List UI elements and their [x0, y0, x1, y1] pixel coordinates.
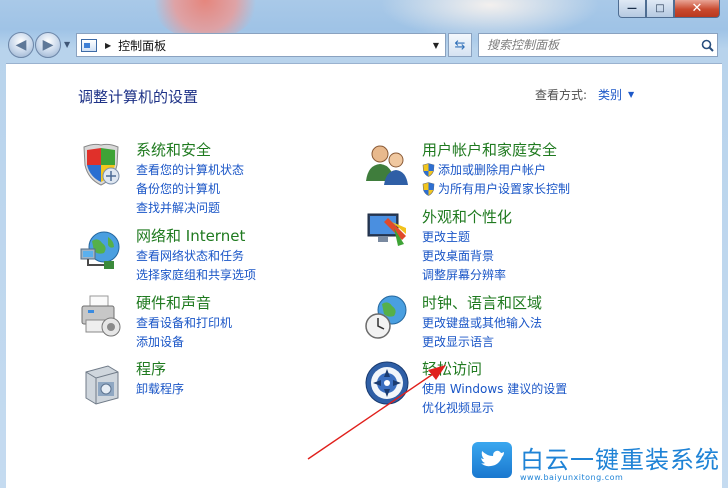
uac-shield-icon: [422, 181, 435, 196]
view-by-dropdown[interactable]: 类别 ▼: [598, 86, 634, 103]
category-title[interactable]: 硬件和声音: [136, 292, 211, 313]
ease-of-access-icon[interactable]: [364, 360, 410, 406]
control-panel-content: 调整计算机的设置 查看方式: 类别 ▼ 系统和安全 查看您的计算机状态 备份您的…: [6, 63, 722, 488]
clock-globe-icon[interactable]: [364, 294, 410, 340]
link-display-language[interactable]: 更改显示语言: [422, 332, 542, 351]
link-change-input-method[interactable]: 更改键盘或其他输入法: [422, 313, 542, 332]
watermark-text: 白云一键重装系统: [520, 446, 720, 474]
page-title: 调整计算机的设置: [78, 88, 199, 106]
link-uninstall-program[interactable]: 卸载程序: [136, 379, 184, 398]
back-button[interactable]: ◀: [8, 32, 34, 58]
monitor-paint-icon[interactable]: [364, 208, 410, 254]
link-troubleshoot[interactable]: 查找并解决问题: [136, 198, 244, 217]
category-title[interactable]: 用户帐户和家庭安全: [422, 139, 557, 160]
watermark: 白云一键重装系统 www.baiyunxitong.com: [472, 442, 722, 486]
shield-icon[interactable]: [78, 141, 124, 187]
link-change-theme[interactable]: 更改主题: [422, 227, 506, 246]
link-view-computer-status[interactable]: 查看您的计算机状态: [136, 160, 244, 179]
link-optimize-visual-display[interactable]: 优化视频显示: [422, 398, 567, 417]
control-panel-icon: [81, 38, 97, 52]
users-icon[interactable]: [364, 141, 410, 187]
navigation-bar: ◀ ▶ ▼ ▶ 控制面板 ▼ ⇆: [0, 30, 728, 60]
uac-shield-icon: [422, 162, 435, 177]
caption-buttons: — □ ✕: [618, 0, 720, 18]
breadcrumb-control-panel[interactable]: 控制面板: [118, 37, 427, 54]
window-frame: — □ ✕ ◀ ▶ ▼ ▶ 控制面板 ▼ ⇆ 调整计算机的设置 查看方式: 类别…: [0, 0, 728, 488]
category-title[interactable]: 系统和安全: [136, 139, 211, 160]
link-screen-resolution[interactable]: 调整屏幕分辨率: [422, 265, 506, 284]
search-input[interactable]: [487, 38, 697, 52]
category-title[interactable]: 时钟、语言和区域: [422, 292, 542, 313]
maximize-button[interactable]: □: [646, 0, 674, 18]
address-dropdown-icon[interactable]: ▼: [427, 34, 445, 56]
search-icon[interactable]: [697, 39, 717, 52]
programs-box-icon[interactable]: [78, 360, 124, 406]
link-backup-computer[interactable]: 备份您的计算机: [136, 179, 244, 198]
category-title[interactable]: 轻松访问: [422, 358, 482, 379]
forward-button[interactable]: ▶: [35, 32, 61, 58]
watermark-url: www.baiyunxitong.com: [520, 473, 624, 482]
view-by-value[interactable]: 类别: [598, 86, 622, 103]
category-title[interactable]: 程序: [136, 358, 166, 379]
printer-icon[interactable]: [78, 294, 124, 340]
link-parental-controls[interactable]: 为所有用户设置家长控制: [422, 179, 570, 198]
breadcrumb-chevron-icon[interactable]: ▶: [105, 41, 111, 50]
category-title[interactable]: 网络和 Internet: [136, 225, 245, 246]
link-homegroup-sharing[interactable]: 选择家庭组和共享选项: [136, 265, 256, 284]
recent-pages-dropdown[interactable]: ▼: [64, 40, 70, 49]
link-devices-printers[interactable]: 查看设备和打印机: [136, 313, 232, 332]
close-button[interactable]: ✕: [674, 0, 720, 18]
refresh-button[interactable]: ⇆: [448, 33, 472, 57]
link-network-status[interactable]: 查看网络状态和任务: [136, 246, 256, 265]
network-globe-icon[interactable]: [78, 227, 124, 273]
address-bar[interactable]: ▶ 控制面板 ▼: [76, 33, 446, 57]
link-add-device[interactable]: 添加设备: [136, 332, 232, 351]
minimize-button[interactable]: —: [618, 0, 646, 18]
category-title[interactable]: 外观和个性化: [422, 206, 512, 227]
bird-logo-icon: [472, 442, 512, 478]
search-box[interactable]: [478, 33, 718, 57]
link-change-background[interactable]: 更改桌面背景: [422, 246, 506, 265]
view-by-label: 查看方式:: [535, 88, 588, 102]
link-add-remove-accounts[interactable]: 添加或删除用户帐户: [422, 160, 570, 179]
link-windows-recommended-settings[interactable]: 使用 Windows 建议的设置: [422, 379, 567, 398]
chevron-down-icon[interactable]: ▼: [628, 90, 634, 99]
